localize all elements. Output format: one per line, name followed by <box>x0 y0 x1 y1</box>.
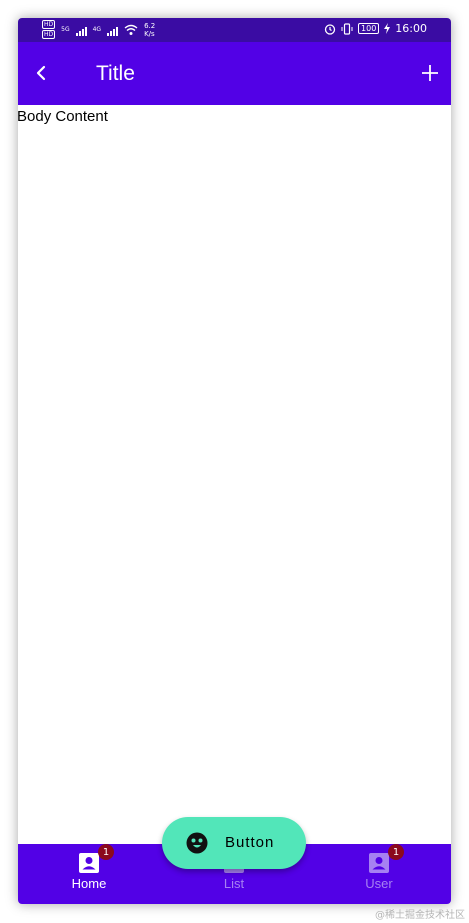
network-label-1: 5G <box>61 26 70 33</box>
phone-screen: HD HD 5G 4G 6.2 K/s 100 16:00 Title Body… <box>18 18 451 904</box>
status-right: 100 16:00 <box>324 22 427 35</box>
status-left: HD HD 5G 4G 6.2 K/s <box>42 20 155 39</box>
watermark: @稀土掘金技术社区 <box>375 910 465 921</box>
net-speed-unit: K/s <box>144 29 155 38</box>
nav-label-user: User <box>365 876 393 891</box>
hd-indicators: HD HD <box>42 20 56 39</box>
fab-label: Button <box>225 834 275 851</box>
add-icon <box>422 65 438 81</box>
nav-item-home[interactable]: 1 Home <box>49 844 129 900</box>
vibrate-icon <box>341 22 353 35</box>
status-bar: HD HD 5G 4G 6.2 K/s 100 16:00 <box>18 18 451 42</box>
net-speed-value: 6.2 <box>144 21 156 30</box>
app-bar: Title <box>18 42 451 105</box>
clock-time: 16:00 <box>395 22 427 35</box>
back-button[interactable] <box>26 58 56 88</box>
page-title: Title <box>96 62 135 85</box>
wifi-icon <box>124 24 138 35</box>
contact-icon: 1 <box>78 844 114 874</box>
nav-label-home: Home <box>71 876 107 891</box>
contact-icon: 1 <box>368 844 404 874</box>
signal-icon-2 <box>107 24 119 36</box>
body-content: Body Content <box>18 108 108 125</box>
alarm-icon <box>324 23 336 35</box>
nav-label-list: List <box>223 876 245 891</box>
notification-badge: 1 <box>98 844 114 860</box>
battery-indicator: 100 <box>358 23 380 34</box>
hd-top-badge: HD <box>42 20 56 29</box>
notification-badge: 1 <box>388 844 404 860</box>
face-icon <box>186 832 208 854</box>
charging-icon <box>384 23 391 34</box>
add-button[interactable] <box>415 58 445 88</box>
network-label-2: 4G <box>92 26 102 33</box>
nav-item-user[interactable]: 1 User <box>339 844 419 900</box>
chevron-left-icon <box>36 65 46 81</box>
floating-action-button[interactable]: Button <box>162 817 306 869</box>
signal-icon <box>75 24 87 36</box>
net-speed: 6.2 K/s <box>144 22 155 38</box>
hd-bottom-badge: HD <box>42 30 56 39</box>
